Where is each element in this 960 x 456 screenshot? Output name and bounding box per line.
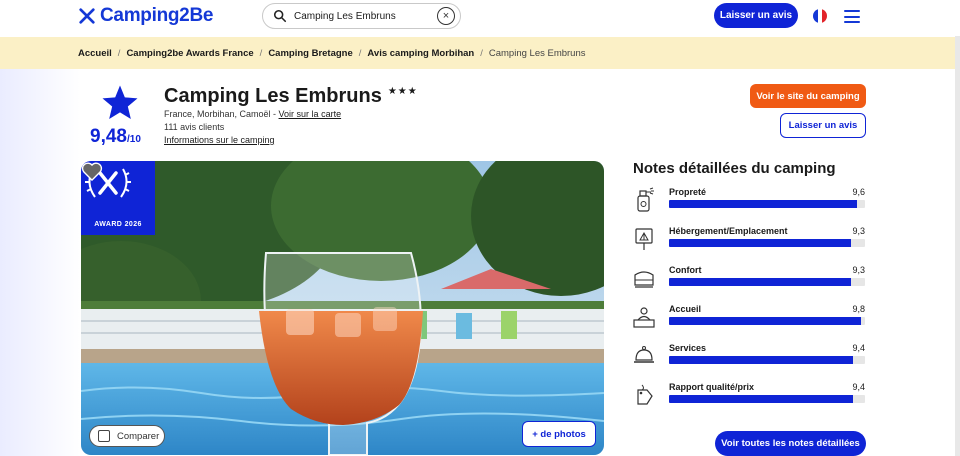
rating-value: 9,4: [852, 382, 865, 392]
overall-score: 9,48/10: [90, 126, 141, 148]
breadcrumb-current: Camping Les Embruns: [488, 47, 586, 59]
title-block: Camping Les Embruns ★★★: [164, 85, 418, 108]
favorite-heart-icon[interactable]: [81, 161, 103, 181]
breadcrumb-separator: /: [259, 47, 263, 59]
rating-bar-fill: [669, 356, 854, 364]
breadcrumb-separator: /: [358, 47, 362, 59]
search-input[interactable]: [294, 10, 434, 22]
rating-row-proprete: Propreté 9,6: [633, 187, 865, 217]
service-bell-icon: [634, 346, 654, 363]
price-tag-icon: [637, 384, 653, 405]
rating-bar: [669, 239, 865, 247]
rating-bar: [669, 317, 865, 325]
visit-site-button[interactable]: Voir le site du camping: [750, 84, 866, 108]
breadcrumb-awards[interactable]: Camping2be Awards France: [126, 48, 253, 59]
rating-value: 9,8: [852, 304, 865, 314]
breadcrumb-department[interactable]: Avis camping Morbihan: [367, 48, 474, 59]
leave-review-button[interactable]: Laisser un avis: [780, 113, 866, 138]
score-scale: /10: [126, 134, 141, 145]
reception-desk-icon: [633, 307, 655, 328]
rating-row-hebergement: Hébergement/Emplacement 9,3: [633, 226, 865, 256]
location-separator: -: [270, 109, 279, 119]
breadcrumb-separator: /: [480, 47, 483, 59]
leave-review-header-button[interactable]: Laisser un avis: [714, 3, 798, 28]
rating-bar-fill: [669, 278, 852, 286]
page-title: Camping Les Embruns: [164, 85, 382, 107]
rating-label: Confort: [669, 265, 702, 275]
breadcrumb-region[interactable]: Camping Bretagne: [268, 48, 352, 59]
score-value: 9,48: [90, 126, 127, 147]
france-flag-icon[interactable]: [813, 9, 827, 23]
rating-star-icon: [102, 85, 138, 119]
breadcrumb: Accueil / Camping2be Awards France / Cam…: [0, 37, 955, 69]
search-icon: [273, 9, 287, 23]
map-link[interactable]: Voir sur la carte: [279, 109, 342, 119]
rating-label: Hébergement/Emplacement: [669, 226, 788, 236]
rating-label: Services: [669, 343, 707, 353]
rating-value: 9,6: [852, 187, 865, 197]
clear-search-icon[interactable]: ×: [437, 7, 455, 25]
rating-bar-fill: [669, 200, 858, 208]
hamburger-menu-icon[interactable]: [844, 10, 860, 23]
rating-value: 9,4: [852, 343, 865, 353]
campsite-photo[interactable]: AWARD 2026 Comparer + de photos: [81, 161, 604, 455]
view-all-ratings-button[interactable]: Voir toutes les notes détaillées: [715, 431, 866, 456]
rating-bar: [669, 356, 865, 364]
rating-bar-fill: [669, 395, 854, 403]
rating-value: 9,3: [852, 265, 865, 275]
compare-label: Comparer: [117, 430, 160, 442]
reviews-count: 111 avis clients: [164, 122, 225, 132]
breadcrumb-separator: /: [117, 47, 121, 59]
rating-row-rapport-qualite-prix: Rapport qualité/prix 9,4: [633, 382, 865, 412]
rating-label: Rapport qualité/prix: [669, 382, 755, 392]
star-classification: ★★★: [387, 86, 418, 97]
rating-row-accueil: Accueil 9,8: [633, 304, 865, 334]
rating-bar-fill: [669, 317, 862, 325]
brand-logo[interactable]: Camping2Be: [78, 5, 213, 27]
location-text: France, Morbihan, Camoël: [164, 109, 271, 119]
award-label: AWARD 2026: [94, 221, 142, 228]
spray-bottle-icon: [637, 187, 654, 212]
breadcrumb-home[interactable]: Accueil: [78, 48, 112, 59]
logo-icon: [79, 8, 95, 24]
page-scrollbar[interactable]: [955, 36, 960, 456]
rating-bar: [669, 278, 865, 286]
rating-bar: [669, 395, 865, 403]
more-photos-button[interactable]: + de photos: [522, 421, 596, 447]
campsite-info-link[interactable]: Informations sur le camping: [164, 135, 275, 145]
rating-bar: [669, 200, 865, 208]
rating-value: 9,3: [852, 226, 865, 236]
rating-bar-fill: [669, 239, 852, 247]
ratings-title: Notes détaillées du camping: [633, 160, 836, 177]
bed-icon: [634, 271, 654, 288]
photo-illustration: [81, 161, 604, 455]
compare-checkbox[interactable]: [98, 430, 110, 442]
rating-row-confort: Confort 9,3: [633, 265, 865, 295]
rating-label: Propreté: [669, 187, 707, 197]
location-line: France, Morbihan, Camoël - Voir sur la c…: [164, 109, 341, 119]
search-bar[interactable]: ×: [262, 3, 461, 29]
brand-name: Camping2Be: [100, 5, 214, 26]
rating-row-services: Services 9,4: [633, 343, 865, 373]
tent-sign-icon: [635, 228, 653, 250]
rating-label: Accueil: [669, 304, 702, 314]
compare-toggle[interactable]: Comparer: [89, 425, 165, 447]
top-header: Camping2Be × Laisser un avis: [0, 0, 960, 36]
background-gradient: [0, 69, 80, 456]
